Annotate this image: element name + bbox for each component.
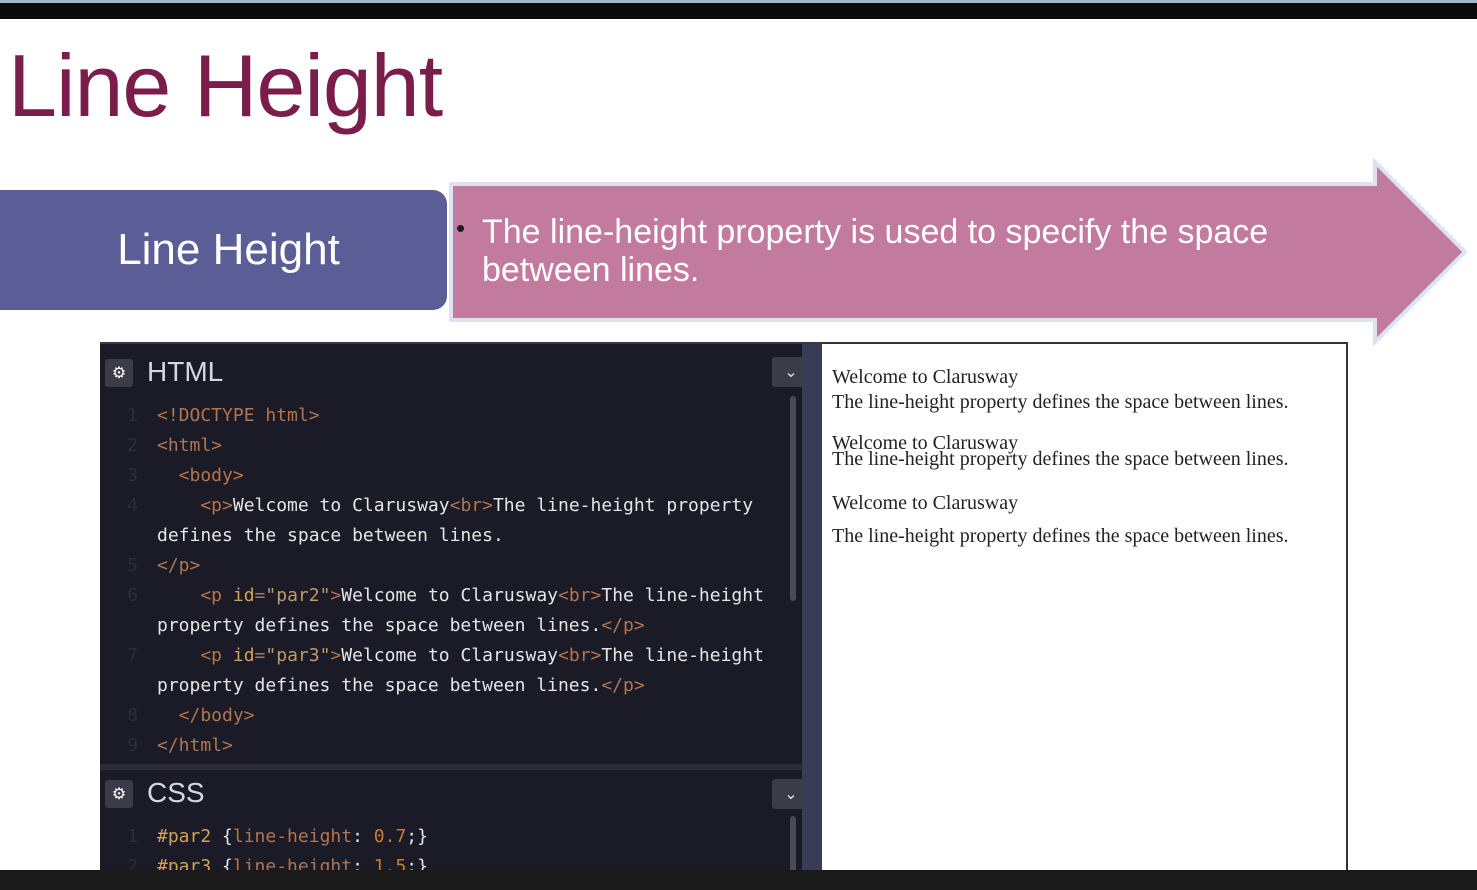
code-token: property defines the space between lines… xyxy=(157,615,602,636)
code-token: </p> xyxy=(601,675,645,696)
css-settings-gear-icon[interactable]: ⚙ xyxy=(105,780,133,808)
html-panel-header: ⚙ HTML ⌄ xyxy=(100,344,810,390)
code-token: "par2" xyxy=(265,585,331,606)
code-text: defines the space between lines. xyxy=(157,521,504,551)
code-text: <body> xyxy=(157,461,244,491)
code-token: <p xyxy=(157,585,233,606)
code-token: </p> xyxy=(601,615,645,636)
code-token: = xyxy=(254,585,266,606)
code-token: Welcome to Clarusway xyxy=(232,495,450,516)
preview-p3-line1: Welcome to Clarusway xyxy=(832,492,1019,514)
preview-p3-line2: The line-height property defines the spa… xyxy=(832,525,1289,547)
code-text: <p id="par3">Welcome to Clarusway<br>The… xyxy=(157,641,764,671)
window-bottom-bar xyxy=(0,870,1477,890)
code-token: { xyxy=(222,826,233,847)
css-code-line[interactable]: 1 #par2 {line-height: 0.7;} xyxy=(100,822,790,852)
code-token: <br> xyxy=(558,645,602,666)
code-token: #par2 xyxy=(157,826,223,847)
code-token: : xyxy=(352,826,374,847)
code-token: property defines the space between lines… xyxy=(157,675,602,696)
code-text: <html> xyxy=(157,431,222,461)
line-number: 1 xyxy=(127,405,138,426)
html-code-line[interactable]: 7 <p id="par3">Welcome to Clarusway<br>T… xyxy=(100,641,790,671)
code-token: <html> xyxy=(157,435,223,456)
code-token: </p> xyxy=(157,555,201,576)
html-code-line[interactable]: 5 </p> xyxy=(100,551,790,581)
html-code-line[interactable]: 2 <html> xyxy=(100,431,790,461)
css-scrollbar[interactable] xyxy=(790,816,796,876)
editor-resize-gutter[interactable] xyxy=(802,344,822,884)
bullet-text: The line-height property is used to spec… xyxy=(482,213,1269,289)
css-panel-title: CSS xyxy=(147,777,205,808)
code-token: <!DOCTYPE html> xyxy=(157,405,320,426)
topic-tab: Line Height xyxy=(0,190,447,310)
window-top-bar xyxy=(0,0,1477,19)
slide-title: Line Height xyxy=(8,36,443,135)
html-code-line[interactable]: 6 <p id="par2">Welcome to Clarusway<br>T… xyxy=(100,581,790,611)
code-token: Welcome to Clarusway xyxy=(341,645,559,666)
code-token: 0.7 xyxy=(373,826,407,847)
code-text: property defines the space between lines… xyxy=(157,671,645,701)
html-code-line[interactable]: 3 <body> xyxy=(100,461,790,491)
line-number: 1 xyxy=(127,826,138,847)
code-token: The line-height xyxy=(601,645,764,666)
code-token: > xyxy=(330,585,342,606)
html-code-line[interactable]: property defines the space between lines… xyxy=(100,671,790,701)
code-token: defines the space between lines. xyxy=(157,525,504,546)
code-text: <p>Welcome to Clarusway<br>The line-heig… xyxy=(157,491,753,521)
code-token: The line-height property xyxy=(492,495,754,516)
html-settings-gear-icon[interactable]: ⚙ xyxy=(105,359,133,387)
html-code-line[interactable]: 8 </body> xyxy=(100,701,790,731)
code-token: = xyxy=(254,645,266,666)
code-text: <p id="par2">Welcome to Clarusway<br>The… xyxy=(157,581,764,611)
html-code-line[interactable]: property defines the space between lines… xyxy=(100,611,790,641)
topic-tab-label: Line Height xyxy=(117,225,340,274)
code-token: line-height xyxy=(232,826,353,847)
code-text: </html> xyxy=(157,731,233,761)
bullet-dot: • xyxy=(456,213,466,243)
html-code-line[interactable]: 4 <p>Welcome to Clarusway<br>The line-he… xyxy=(100,491,790,521)
code-text: property defines the space between lines… xyxy=(157,611,645,641)
code-text: <!DOCTYPE html> xyxy=(157,401,320,431)
line-number: 2 xyxy=(127,435,138,456)
code-token: <p xyxy=(157,645,233,666)
code-token: Welcome to Clarusway xyxy=(341,585,559,606)
code-token: "par3" xyxy=(265,645,331,666)
code-token: id xyxy=(232,585,255,606)
html-code-line[interactable]: defines the space between lines. xyxy=(100,521,790,551)
preview-p2-line2: The line-height property defines the spa… xyxy=(832,448,1289,470)
code-token: </body> xyxy=(157,705,255,726)
line-number: 9 xyxy=(127,735,138,756)
line-number: 4 xyxy=(127,495,138,516)
html-code-line[interactable]: 1 <!DOCTYPE html> xyxy=(100,401,790,431)
code-token: <p> xyxy=(157,495,233,516)
code-token: <br> xyxy=(558,585,602,606)
html-code-line[interactable]: 9 </html> xyxy=(100,731,790,761)
code-token: <body> xyxy=(157,465,244,486)
html-panel-title: HTML xyxy=(147,356,224,387)
html-scrollbar[interactable] xyxy=(790,396,796,601)
code-token: ;} xyxy=(406,826,428,847)
code-token: > xyxy=(330,645,342,666)
preview-p1-line2: The line-height property defines the spa… xyxy=(832,391,1289,413)
html-code-area[interactable]: 1 <!DOCTYPE html> 2 <html> 3 <body> 4 <p>Welc… xyxy=(100,401,790,761)
preview-p1-line1: Welcome to Clarusway xyxy=(832,366,1019,388)
code-text: #par2 {line-height: 0.7;} xyxy=(157,822,428,852)
code-token: id xyxy=(232,645,255,666)
line-number: 5 xyxy=(127,555,138,576)
code-text: </body> xyxy=(157,701,255,731)
code-token: The line-height xyxy=(601,585,764,606)
code-editor: ⚙ HTML ⌄ 1 <!DOCTYPE html> 2 <html> 3 <body>… xyxy=(100,342,822,884)
line-number: 6 xyxy=(127,585,138,606)
code-token: <br> xyxy=(449,495,493,516)
line-number: 7 xyxy=(127,645,138,666)
css-panel-header: ⚙ CSS ⌄ xyxy=(100,770,810,816)
line-number: 8 xyxy=(127,705,138,726)
line-number: 3 xyxy=(127,465,138,486)
code-token: </html> xyxy=(157,735,233,756)
code-text: </p> xyxy=(157,551,200,581)
